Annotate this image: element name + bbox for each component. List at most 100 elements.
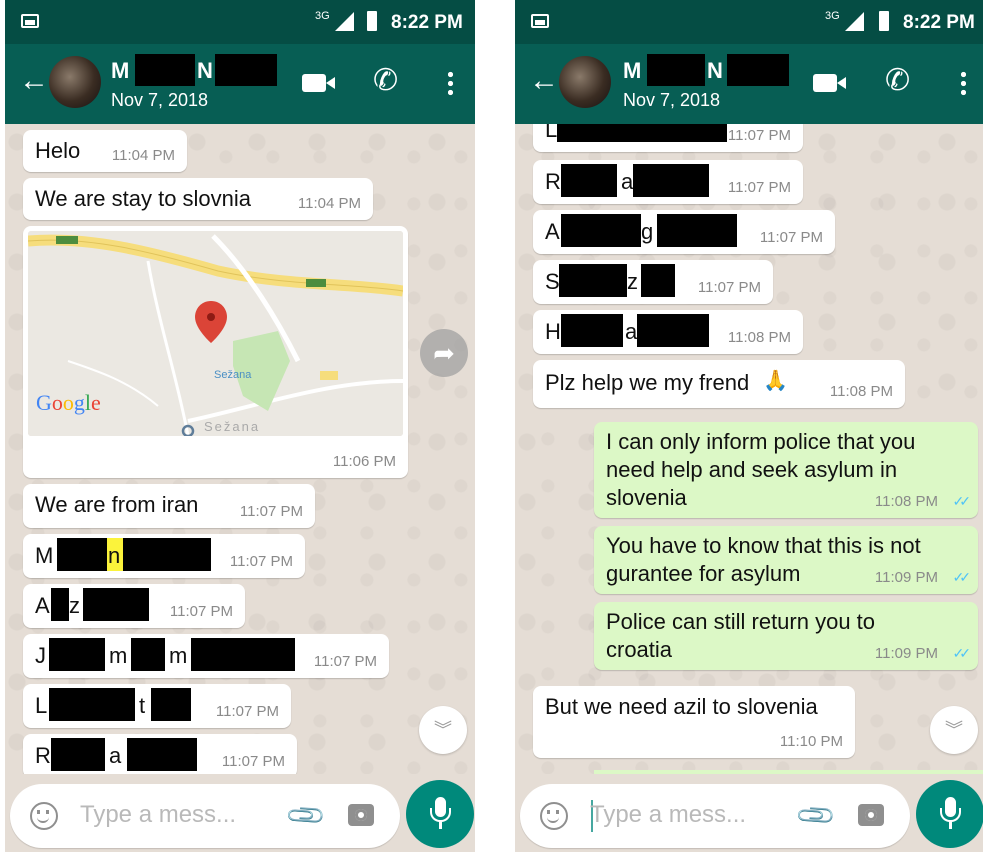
message-fragment: A [35,593,50,618]
message-input[interactable]: Type a mess... [80,801,236,829]
read-ticks-icon: ✓✓ [952,569,972,585]
arrow-left-icon[interactable]: ← [529,66,559,96]
message-fragment: m [169,643,188,668]
more-vert-icon[interactable] [448,70,453,97]
message-time: 11:10 PM [779,733,843,750]
message-bubble[interactable]: M n 11:07 PM [23,534,305,578]
message-time: 11:07 PM [759,229,823,246]
message-bubble[interactable]: A g 11:07 PM [533,210,835,254]
message-fragment: S [545,269,560,294]
map-place-label: Sežana [214,369,252,381]
message-bubble[interactable]: We are stay to slovnia 11:04 PM [23,178,373,220]
phone-icon[interactable]: ✆ [373,66,398,96]
redaction [57,538,107,571]
camera-icon[interactable] [348,804,374,826]
last-seen: Nov 7, 2018 [623,90,721,110]
arrow-left-icon[interactable]: ← [19,66,49,96]
message-text: Plz help we my frend [545,370,750,395]
camera-icon[interactable] [858,804,884,826]
redaction [131,638,165,671]
video-call-icon[interactable] [813,74,846,92]
message-bubble[interactable]: A z 11:07 PM [23,584,245,628]
message-text: Helo [35,138,81,163]
message-bubble[interactable]: J m m 11:07 PM [23,634,389,678]
outgoing-bubble-edge [594,770,983,774]
message-list[interactable]: Helo 11:04 PM We are stay to slovnia 11:… [5,124,475,774]
location-message[interactable]: Sežana Sežana Google 11:06 PM [23,226,408,478]
message-input[interactable]: Type a mess... [590,801,746,829]
mic-glyph [940,797,961,822]
message-text: We are stay to slovnia [35,186,252,211]
contact-name-letter[interactable]: N [707,58,723,84]
message-bubble[interactable]: L 11:07 PM [533,124,803,152]
double-chevron-down-icon[interactable]: ︾ [419,706,467,754]
emoji-icon[interactable] [30,802,58,830]
message-time: 11:04 PM [111,147,175,164]
message-time: 11:07 PM [215,703,279,720]
contact-name-initial[interactable]: M [111,58,129,84]
map-preview[interactable]: Sežana Sežana Google [28,231,403,436]
message-bubble[interactable]: Helo 11:04 PM [23,130,187,172]
message-bubble-outgoing[interactable]: I can only inform police that you need h… [594,422,978,518]
message-fragment: a [625,319,638,344]
status-bar: 3G 8:22 PM [5,0,475,44]
video-call-icon[interactable] [302,74,335,92]
contact-name-letter[interactable]: N [197,58,213,84]
gallery-notification-icon [531,14,549,28]
mic-glyph-stem [949,821,952,829]
redaction [641,264,675,297]
message-time: 11:07 PM [229,553,293,570]
redaction [727,54,789,86]
emoji-icon[interactable] [540,802,568,830]
message-bubble-outgoing[interactable]: You have to know that this is not gurant… [594,526,978,594]
map-place-label: Sežana [204,419,261,434]
redaction [559,264,627,297]
message-bubble[interactable]: H a 11:08 PM [533,310,803,354]
message-fragment: n [108,543,121,568]
message-bubble[interactable]: R a 11:07 PM [23,734,297,774]
status-time: 8:22 PM [903,12,975,33]
message-time: 11:07 PM [313,653,377,670]
message-fragment: a [621,169,634,194]
message-list[interactable]: L 11:07 PM R a 11:07 PM A g 11:07 PM S z… [515,124,983,774]
message-bubble[interactable]: But we need azil to slovenia 11:10 PM [533,686,855,758]
mic-glyph-stem [439,821,442,829]
message-composer[interactable]: Type a mess... 📎 [520,784,910,848]
message-bubble[interactable]: R a 11:07 PM [533,160,803,204]
redaction [647,54,705,86]
contact-name-initial[interactable]: M [623,58,641,84]
redaction [127,738,197,771]
phone-screen-right: 3G 8:22 PM ← M N Nov 7, 2018 ✆ L 11:07 P… [515,0,983,852]
message-fragment: R [35,743,51,768]
network-type: 3G [315,10,330,22]
message-bubble[interactable]: L t 11:07 PM [23,684,291,728]
message-fragment: z [627,269,638,294]
message-fragment: z [69,593,80,618]
microphone-icon[interactable] [406,780,474,848]
message-composer[interactable]: Type a mess... 📎 [10,784,400,848]
message-bubble[interactable]: We are from iran 11:07 PM [23,484,315,528]
avatar[interactable] [559,56,611,108]
redaction [49,688,135,721]
forward-icon[interactable]: ➦ [420,329,468,377]
more-vert-icon[interactable] [961,70,966,97]
double-chevron-down-icon[interactable]: ︾ [930,706,978,754]
message-bubble-outgoing[interactable]: Police can still return you to croatia 1… [594,602,978,670]
redaction [51,588,69,621]
avatar[interactable] [49,56,101,108]
message-fragment: R [545,169,561,194]
message-bubble[interactable]: Plz help we my frend 🙏 11:08 PM [533,360,905,408]
chat-header: ← M N Nov 7, 2018 ✆ [5,44,475,124]
redaction [561,164,617,197]
redaction [151,688,191,721]
message-bubble[interactable]: S z 11:07 PM [533,260,773,304]
phone-icon[interactable]: ✆ [885,66,910,96]
paperclip-icon[interactable]: 📎 [284,793,329,838]
message-fragment: L [545,124,558,142]
microphone-icon[interactable] [916,780,983,848]
signal-icon [335,12,354,31]
message-time: 11:06 PM [332,453,396,470]
read-ticks-icon: ✓✓ [952,645,972,661]
paperclip-icon[interactable]: 📎 [794,793,839,838]
message-time: 11:07 PM [239,503,303,520]
